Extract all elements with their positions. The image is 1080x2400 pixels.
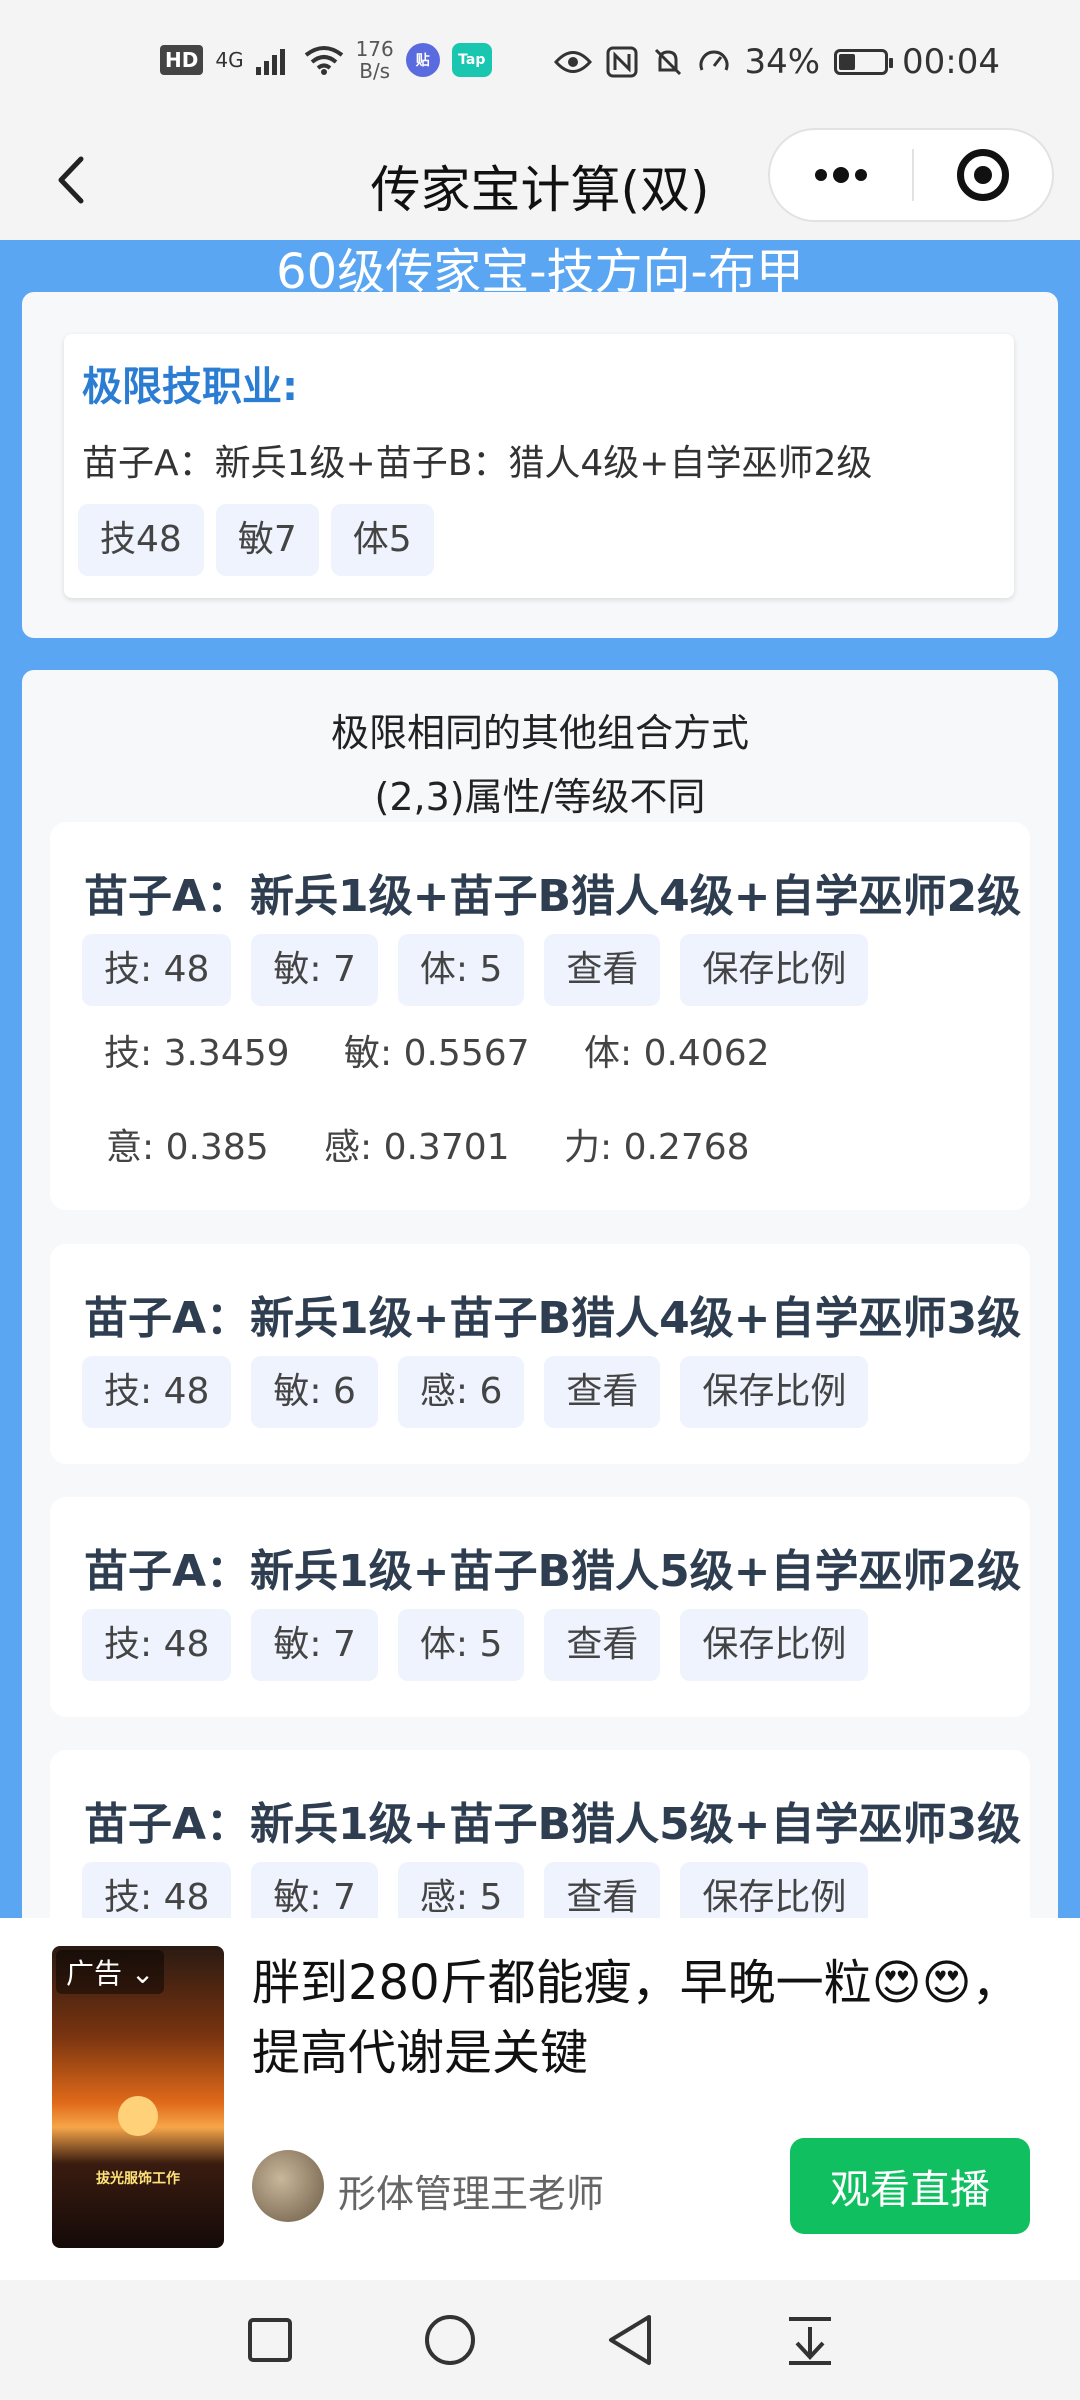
combo-card: 苗子A：新兵1级+苗子B猎人5级+自学巫师2级 技: 48 敏: 7 体: 5 … <box>50 1497 1030 1717</box>
view-button[interactable]: 查看 <box>544 1609 661 1681</box>
system-nav-bar <box>0 2280 1080 2400</box>
battery-percent: 34% <box>744 42 821 82</box>
combo-chips: 技: 48 敏: 7 体: 5 查看 保存比例 <box>82 1609 869 1681</box>
stat-chip: 技48 <box>78 504 204 576</box>
pulldown-icon <box>789 2317 831 2365</box>
hd-badge: HD <box>160 45 204 75</box>
stat-chip: 技: 48 <box>82 1862 232 1920</box>
combo-title: 苗子A：新兵1级+苗子B猎人4级+自学巫师3级 <box>84 1293 1022 1344</box>
net-speed: 176 B/s <box>356 38 394 82</box>
ad-author: 形体管理王老师 <box>338 2172 605 2216</box>
back-nav-button[interactable] <box>595 2305 665 2375</box>
gauge-icon <box>699 50 729 71</box>
stat-chip: 技: 48 <box>82 1356 232 1428</box>
target-icon <box>957 149 1009 201</box>
stat-chip: 敏: 7 <box>251 1862 378 1920</box>
close-miniprogram-button[interactable] <box>914 130 1052 220</box>
stat-chip: 体5 <box>330 504 434 576</box>
net-speed-unit: B/s <box>359 59 391 83</box>
other-combos-title: 极限相同的其他组合方式 <box>330 711 749 755</box>
ad-image-caption: 拔光服饰工作 <box>96 2171 180 2187</box>
ad-tag[interactable]: 广告 ⌄ <box>56 1950 165 1994</box>
limit-heading: 极限技职业: <box>82 364 298 410</box>
battery-icon <box>834 49 894 75</box>
ratio-value: 意: 0.385 <box>106 1127 269 1168</box>
ad-banner[interactable]: 广告 ⌄ 拔光服饰工作 胖到280斤都能瘦，早晚一粒😍😍，提高代谢是关键 形体管… <box>0 1918 1080 2280</box>
more-button[interactable] <box>770 130 912 220</box>
other-combos-panel: 极限相同的其他组合方式 (2,3)属性/等级不同 苗子A：新兵1级+苗子B猎人4… <box>22 670 1058 1920</box>
view-button[interactable]: 查看 <box>544 1862 661 1920</box>
more-dots-icon <box>815 167 867 183</box>
stat-chip: 技: 48 <box>82 934 232 1006</box>
back-button[interactable] <box>40 150 100 210</box>
combo-title: 苗子A：新兵1级+苗子B猎人5级+自学巫师3级 <box>84 1799 1022 1850</box>
status-right: 34% 00:04 <box>554 42 1000 82</box>
other-combos-subtitle: (2,3)属性/等级不同 <box>374 775 706 819</box>
ratio-row: 技: 3.3459 敏: 0.5567 体: 0.4062 <box>104 1024 770 1076</box>
sunset-image <box>118 2096 158 2136</box>
save-ratio-button[interactable]: 保存比例 <box>680 934 869 1006</box>
stat-chip: 敏: 7 <box>251 934 378 1006</box>
avatar <box>252 2150 324 2222</box>
ratio-value: 敏: 0.5567 <box>344 1033 530 1074</box>
nfc-icon <box>606 46 638 78</box>
limit-card: 极限技职业: 苗子A：新兵1级+苗子B：猎人4级+自学巫师2级 技48 敏7 体… <box>64 334 1014 598</box>
view-button[interactable]: 查看 <box>544 1356 661 1428</box>
clock: 00:04 <box>902 42 1000 82</box>
miniprogram-capsule <box>768 128 1054 222</box>
signal-icon <box>255 49 285 75</box>
stat-chip: 敏: 7 <box>251 1609 378 1681</box>
status-bar: HD 4G 176 B/s 贴 Tap 34% 00:04 <box>0 0 1080 130</box>
ad-headline[interactable]: 胖到280斤都能瘦，早晚一粒😍😍，提高代谢是关键 <box>252 1948 1042 2088</box>
combo-card: 苗子A：新兵1级+苗子B猎人4级+自学巫师2级 技: 48 敏: 7 体: 5 … <box>50 822 1030 1210</box>
view-button[interactable]: 查看 <box>544 934 661 1006</box>
limit-stat-chips: 技48 敏7 体5 <box>78 504 434 576</box>
combo-card: 苗子A：新兵1级+苗子B猎人4级+自学巫师3级 技: 48 敏: 6 感: 6 … <box>50 1244 1030 1464</box>
combo-chips: 技: 48 敏: 6 感: 6 查看 保存比例 <box>82 1356 869 1428</box>
taptap-notification-icon: Tap <box>451 43 492 77</box>
ratio-row: 意: 0.385 感: 0.3701 力: 0.2768 <box>106 1118 750 1170</box>
stat-chip: 体: 5 <box>397 934 525 1006</box>
stat-chip: 感: 5 <box>397 1862 525 1920</box>
eye-icon <box>554 51 593 73</box>
stat-chip: 技: 48 <box>82 1609 232 1681</box>
triangle-back-icon <box>609 2315 651 2365</box>
stat-chip: 体: 5 <box>397 1609 525 1681</box>
combo-card: 苗子A：新兵1级+苗子B猎人5级+自学巫师3级 技: 48 敏: 7 感: 5 … <box>50 1750 1030 1920</box>
save-ratio-button[interactable]: 保存比例 <box>680 1862 869 1920</box>
combo-chips: 技: 48 敏: 7 体: 5 查看 保存比例 <box>82 934 869 1006</box>
limit-combo-text: 苗子A：新兵1级+苗子B：猎人4级+自学巫师2级 <box>82 443 873 484</box>
network-label: 4G <box>215 48 244 72</box>
net-speed-value: 176 <box>355 37 394 61</box>
stat-chip: 感: 6 <box>397 1356 525 1428</box>
mute-bell-icon <box>655 48 682 76</box>
wifi-icon <box>304 46 343 75</box>
stat-chip: 敏: 6 <box>251 1356 378 1428</box>
watch-live-button[interactable]: 观看直播 <box>790 2138 1030 2234</box>
chevron-left-icon <box>58 156 84 204</box>
circle-icon <box>425 2315 475 2365</box>
square-icon <box>248 2318 292 2362</box>
combo-title: 苗子A：新兵1级+苗子B猎人4级+自学巫师2级 <box>84 871 1022 922</box>
ratio-value: 感: 0.3701 <box>324 1127 510 1168</box>
notification-pulldown-button[interactable] <box>775 2305 845 2375</box>
save-ratio-button[interactable]: 保存比例 <box>680 1609 869 1681</box>
ratio-value: 力: 0.2768 <box>564 1127 750 1168</box>
ad-thumbnail[interactable]: 广告 ⌄ 拔光服饰工作 <box>52 1946 224 2248</box>
combo-title: 苗子A：新兵1级+苗子B猎人5级+自学巫师2级 <box>84 1546 1022 1597</box>
combo-chips: 技: 48 敏: 7 感: 5 查看 保存比例 <box>82 1862 869 1920</box>
recent-apps-button[interactable] <box>235 2305 305 2375</box>
content-area: 60级传家宝-技方向-布甲 极限技职业: 苗子A：新兵1级+苗子B：猎人4级+自… <box>0 240 1080 1920</box>
home-button[interactable] <box>415 2305 485 2375</box>
ratio-value: 体: 0.4062 <box>584 1033 770 1074</box>
stat-chip: 敏7 <box>215 504 319 576</box>
limit-panel: 极限技职业: 苗子A：新兵1级+苗子B：猎人4级+自学巫师2级 技48 敏7 体… <box>22 292 1058 638</box>
app-notification-icon: 贴 <box>405 43 440 77</box>
save-ratio-button[interactable]: 保存比例 <box>680 1356 869 1428</box>
ratio-value: 技: 3.3459 <box>104 1033 290 1074</box>
status-left: HD 4G 176 B/s 贴 Tap <box>160 38 492 82</box>
